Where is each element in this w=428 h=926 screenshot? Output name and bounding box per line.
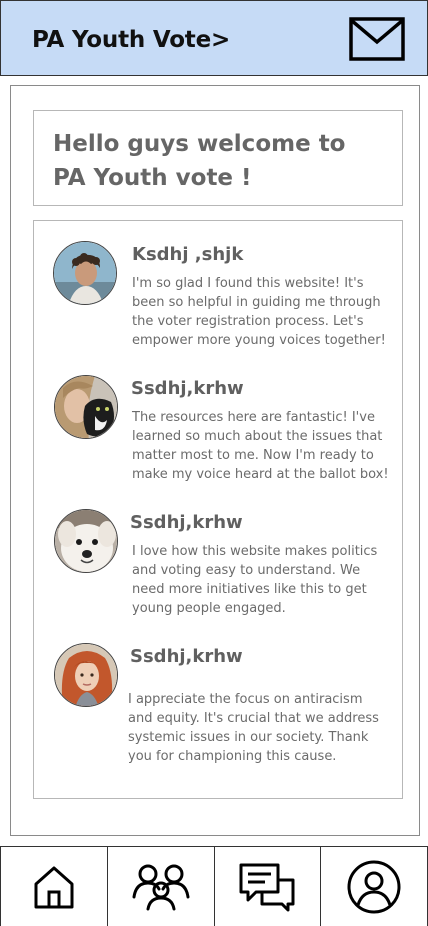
welcome-heading: Hello guys welcome to PA Youth vote ! [53,127,383,195]
tab-community[interactable] [108,847,215,926]
tab-profile[interactable] [321,847,427,926]
community-icon [132,864,190,910]
tab-home[interactable] [1,847,108,926]
main-content: Hello guys welcome to PA Youth vote ! Ks… [10,85,420,836]
app-header: PA Youth Vote> [0,0,428,76]
welcome-banner: Hello guys welcome to PA Youth vote ! [33,110,403,206]
post-body: I'm so glad I found this website! It's b… [132,276,386,348]
home-icon [34,866,74,908]
profile-icon [347,860,401,913]
post-body: I love how this website makes politics a… [132,544,378,616]
testimonial-post: Ssdhj,krhw The resources here are fantas… [34,375,404,505]
post-author: Ssdhj,krhw [130,646,243,667]
avatar-red-haired-woman[interactable] [54,643,118,707]
avatar-girl-with-cat[interactable] [54,375,118,439]
testimonial-post: Ksdhj ,shjk I'm so glad I found this web… [34,241,404,371]
mail-icon [349,17,405,61]
welcome-line-1: Hello guys welcome to [53,131,346,157]
chat-icon [239,863,295,911]
post-body: I appreciate the focus on antiracism and… [128,692,379,764]
app-title-link[interactable]: PA Youth Vote> [32,27,230,53]
post-author: Ssdhj,krhw [130,512,243,533]
tab-messages[interactable] [215,847,322,926]
testimonial-post: Ssdhj,krhw I love how this website makes… [34,509,404,639]
welcome-line-2: PA Youth vote ! [53,165,252,191]
mail-button[interactable] [349,17,405,61]
bottom-tab-bar [0,846,428,926]
post-author: Ksdhj ,shjk [132,244,244,265]
post-body: The resources here are fantastic! I've l… [132,410,389,482]
testimonial-post: Ssdhj,krhw I appreciate the focus on ant… [34,643,404,773]
post-author: Ssdhj,krhw [131,378,244,399]
avatar-young-man[interactable] [53,241,117,305]
avatar-white-dog[interactable] [54,509,118,573]
testimonial-feed[interactable]: Ksdhj ,shjk I'm so glad I found this web… [33,220,403,799]
